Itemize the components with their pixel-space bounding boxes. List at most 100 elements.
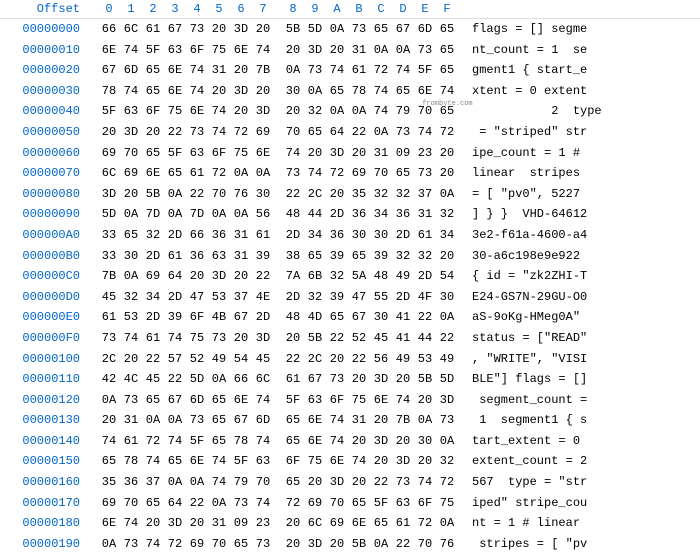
hex-byte[interactable]: 3D [98,185,120,204]
hex-byte[interactable]: 65 [348,494,370,513]
hex-byte[interactable]: 32 [414,247,436,266]
hex-byte[interactable]: 45 [142,370,164,389]
hex-byte[interactable]: 20 [348,370,370,389]
hex-byte[interactable]: 61 [392,514,414,533]
hex-byte[interactable]: 5D [304,20,326,39]
hex-byte[interactable]: 5F [370,494,392,513]
hex-byte[interactable]: 65 [282,432,304,451]
hex-byte[interactable]: 73 [392,473,414,492]
hex-byte[interactable]: 36 [326,226,348,245]
hex-byte[interactable]: 65 [142,391,164,410]
hex-byte[interactable]: 30 [370,226,392,245]
hex-byte[interactable]: 74 [370,82,392,101]
hex-byte[interactable]: 34 [304,226,326,245]
hex-byte[interactable]: 74 [120,82,142,101]
hex-byte[interactable]: 78 [98,82,120,101]
hex-byte[interactable]: 3D [370,370,392,389]
hex-byte[interactable]: 73 [304,61,326,80]
hex-byte[interactable]: 65 [282,473,304,492]
hex-byte[interactable]: 0A [370,41,392,60]
hex-byte[interactable]: 09 [392,144,414,163]
hex-byte[interactable]: 3D [164,514,186,533]
hex-row[interactable]: 00000000666C616773203D205B5D0A7365676D65… [0,19,700,40]
hex-byte[interactable]: 74 [252,41,274,60]
hex-byte[interactable]: 0A [230,164,252,183]
hex-byte[interactable]: 20 [326,350,348,369]
hex-byte[interactable]: 22 [348,350,370,369]
hex-byte[interactable]: 23 [252,514,274,533]
hex-byte[interactable]: 53 [208,288,230,307]
hex-row[interactable]: 000000A03365322D663631612D343630302D6134… [0,225,700,246]
hex-byte[interactable]: 31 [370,144,392,163]
hex-byte[interactable]: 32 [326,267,348,286]
hex-byte[interactable]: 72 [230,123,252,142]
hex-byte[interactable]: 61 [282,370,304,389]
hex-byte[interactable]: 20 [230,267,252,286]
hex-byte[interactable]: 41 [392,308,414,327]
hex-byte[interactable]: 6E [414,82,436,101]
hex-byte[interactable]: 5D [436,370,458,389]
hex-byte[interactable]: 20 [230,329,252,348]
hex-row[interactable]: 000001900A73747269706573203D205B0A227076… [0,534,700,554]
hex-byte[interactable]: 4C [120,370,142,389]
hex-byte[interactable]: 74 [282,144,304,163]
hex-byte[interactable]: 48 [282,308,304,327]
hex-byte[interactable]: 75 [208,41,230,60]
hex-byte[interactable]: 20 [282,329,304,348]
hex-byte[interactable]: 5B [348,535,370,554]
hex-byte[interactable]: 48 [282,205,304,224]
hex-byte[interactable]: 0A [326,20,348,39]
hex-byte[interactable]: 2D [252,308,274,327]
hex-byte[interactable]: 38 [282,247,304,266]
hex-byte[interactable]: 57 [164,350,186,369]
hex-byte[interactable]: 6F [142,102,164,121]
hex-byte[interactable]: 6F [186,41,208,60]
hex-byte[interactable]: 20 [348,473,370,492]
hex-byte[interactable]: 4E [252,288,274,307]
hex-byte[interactable]: 2D [282,288,304,307]
hex-byte[interactable]: 6E [348,514,370,533]
hex-byte[interactable]: 65 [370,20,392,39]
hex-byte[interactable]: 6D [252,411,274,430]
hex-byte[interactable]: 0A [164,185,186,204]
hex-byte[interactable]: 3D [326,144,348,163]
hex-byte[interactable]: 0A [208,205,230,224]
hex-byte[interactable]: 56 [370,350,392,369]
hex-byte[interactable]: 72 [142,432,164,451]
hex-byte[interactable]: 73 [326,370,348,389]
hex-byte[interactable]: 67 [230,308,252,327]
hex-byte[interactable]: 65 [208,432,230,451]
hex-row[interactable]: 00000150657874656E745F636F756E74203D2032… [0,451,700,472]
hex-byte[interactable]: 34 [370,205,392,224]
hex-byte[interactable]: 72 [326,164,348,183]
hex-byte[interactable]: 5B [414,370,436,389]
hex-byte[interactable]: 20 [304,473,326,492]
hex-byte[interactable]: 47 [348,288,370,307]
hex-byte[interactable]: 39 [370,247,392,266]
hex-row[interactable]: 000000C07B0A6964203D20227A6B325A48492D54… [0,266,700,287]
hex-byte[interactable]: 63 [304,391,326,410]
hex-byte[interactable]: 54 [436,267,458,286]
hex-byte[interactable]: 0A [120,205,142,224]
hex-byte[interactable]: 72 [414,514,436,533]
hex-byte[interactable]: 3D [230,20,252,39]
hex-byte[interactable]: 72 [436,123,458,142]
hex-byte[interactable]: 20 [326,535,348,554]
hex-byte[interactable]: 5B [282,20,304,39]
hex-byte[interactable]: 63 [186,144,208,163]
hex-byte[interactable]: 6E [186,102,208,121]
hex-byte[interactable]: 65 [326,308,348,327]
hex-byte[interactable]: 37 [230,288,252,307]
hex-byte[interactable]: 2D [392,226,414,245]
hex-byte[interactable]: 65 [208,391,230,410]
hex-byte[interactable]: 31 [208,514,230,533]
hex-byte[interactable]: 75 [304,452,326,471]
hex-byte[interactable]: 0A [304,82,326,101]
hex-byte[interactable]: 73 [120,391,142,410]
hex-byte[interactable]: 65 [164,452,186,471]
hex-byte[interactable]: 73 [436,411,458,430]
hex-byte[interactable]: 3D [208,267,230,286]
hex-byte[interactable]: 5B [304,329,326,348]
hex-byte[interactable]: 20 [120,350,142,369]
hex-byte[interactable]: 20 [230,61,252,80]
